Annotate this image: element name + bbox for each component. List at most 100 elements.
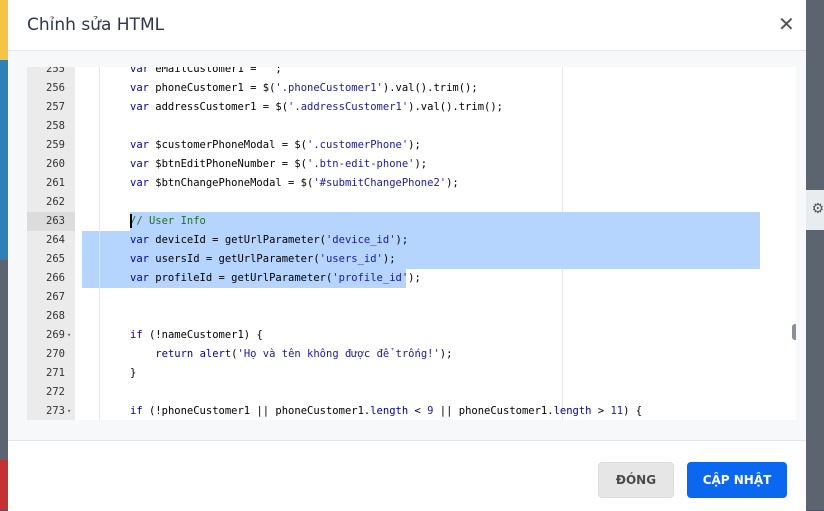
code-string: 'device_id' (325, 234, 396, 246)
line-number: 271 (46, 367, 65, 379)
background-page-fragment (0, 60, 8, 260)
line-number: 272 (46, 386, 65, 398)
code-string: '.phoneCustomer1' (275, 82, 383, 94)
indent-guide (99, 402, 100, 420)
code-text: var deviceId = getUrlParameter('device_i… (130, 231, 408, 250)
code-line: 270 return alert('Họ và tên không được đ… (27, 345, 796, 364)
code-line: 258 (27, 117, 796, 136)
code-text: var usersId = getUrlParameter('users_id'… (130, 250, 396, 269)
code-token: < (408, 405, 428, 417)
code-text: var eMailCustomer1 = ''; (130, 67, 282, 79)
modal-header: Chỉnh sửa HTML ✕ (8, 0, 806, 51)
code-token: $btnEditPhoneNumber = $( (148, 158, 308, 170)
code-keyword: length (370, 405, 409, 417)
code-editor[interactable]: 255 var eMailCustomer1 = ''; 256 var phoneC… (27, 67, 796, 420)
code-token: ); (408, 272, 421, 284)
line-number: 259 (46, 139, 65, 151)
close-icon[interactable]: ✕ (772, 12, 796, 36)
indent-guide (99, 307, 100, 326)
code-line: 255 var eMailCustomer1 = ''; (27, 67, 796, 79)
code-token: usersId = getUrlParameter( (148, 253, 320, 265)
line-number: 262 (46, 196, 65, 208)
code-token: ); (446, 177, 459, 189)
code-line: 271} (27, 364, 796, 383)
code-text: if (!phoneCustomer1 || phoneCustomer1.le… (130, 402, 642, 420)
code-string: 'Họ và tên không được để trống!' (237, 348, 440, 360)
code-comment: // User Info (130, 215, 206, 227)
update-button[interactable]: CẬP NHẬT (687, 462, 787, 498)
code-keyword: var (130, 177, 149, 189)
line-number: 257 (46, 101, 65, 113)
indent-guide (99, 117, 100, 136)
code-text: var $btnChangePhoneModal = $('#submitCha… (130, 174, 459, 193)
code-token: $customerPhoneModal = $( (148, 139, 308, 151)
editor-scrollbar[interactable] (792, 324, 796, 340)
fold-toggle-icon[interactable]: ▾ (67, 402, 71, 420)
code-token: $btnChangePhoneModal = $( (148, 177, 314, 189)
code-keyword: var (130, 253, 149, 265)
line-number: 266 (46, 272, 65, 284)
text-cursor (130, 214, 132, 228)
code-token: ) { (623, 405, 643, 417)
code-token: (!nameCustomer1) { (142, 329, 263, 341)
code-keyword: length (553, 405, 592, 417)
code-keyword: alert (199, 348, 232, 360)
code-keyword: return (155, 348, 194, 360)
close-button[interactable]: ĐÓNG (598, 462, 674, 498)
code-token: ); (382, 253, 396, 265)
code-keyword: var (130, 139, 149, 151)
code-line: 261 var $btnChangePhoneModal = $('#submit… (27, 174, 796, 193)
code-string: '.customerPhone' (307, 139, 409, 151)
indent-guide (99, 231, 100, 250)
modal-footer: ĐÓNG CẬP NHẬT (8, 440, 806, 511)
code-token: || phoneCustomer1. (433, 405, 554, 417)
code-text: var addressCustomer1 = $('.addressCustom… (130, 98, 503, 117)
code-token: ); (439, 348, 453, 360)
code-token: ).val().trim(); (408, 101, 503, 113)
indent-guide (99, 250, 100, 269)
line-number: 265 (46, 253, 65, 265)
code-text: if (!nameCustomer1) { (130, 326, 263, 345)
modal-title: Chỉnh sửa HTML (27, 15, 165, 35)
code-token: (!phoneCustomer1 || phoneCustomer1. (142, 405, 371, 417)
indent-guide (99, 193, 100, 212)
code-line: 260 var $btnEditPhoneNumber = $('.btn-edi… (27, 155, 796, 174)
background-page-fragment (0, 0, 8, 60)
code-keyword: if (130, 405, 143, 417)
code-string: '' (262, 67, 276, 75)
indent-guide (99, 212, 100, 231)
code-text: } (130, 364, 136, 383)
code-line: 272 (27, 383, 796, 402)
code-text: var $customerPhoneModal = $('.customerPh… (130, 136, 421, 155)
code-text: return alert('Họ và tên không được để tr… (130, 345, 452, 364)
code-string: '.addressCustomer1' (288, 101, 409, 113)
code-token: ; (275, 67, 282, 75)
fold-toggle-icon[interactable]: ▾ (67, 326, 71, 345)
line-number: 261 (46, 177, 65, 189)
line-number: 273 (46, 405, 65, 417)
code-string: '#submitChangePhone2' (313, 177, 447, 189)
code-token: phoneCustomer1 = $( (148, 82, 276, 94)
code-line: 269 ▾ if (!nameCustomer1) { (27, 326, 796, 345)
gear-icon: ⚙ (811, 201, 824, 217)
code-keyword: var (130, 158, 149, 170)
code-token: eMailCustomer1 = (148, 67, 263, 75)
line-number: 264 (46, 234, 65, 246)
indent-guide (99, 79, 100, 98)
code-line: 265 var usersId = getUrlParameter('users_… (27, 250, 796, 269)
code-token: deviceId = getUrlParameter( (148, 234, 326, 246)
line-number: 268 (46, 310, 65, 322)
background-page-fragment (0, 460, 8, 510)
line-number: 267 (46, 291, 65, 303)
code-line: 256 var phoneCustomer1 = $('.phoneCustome… (27, 79, 796, 98)
indent-guide (99, 269, 100, 288)
code-line: 262 (27, 193, 796, 212)
code-keyword: var (130, 67, 149, 75)
code-token: > (591, 405, 611, 417)
code-line: 273 ▾ if (!phoneCustomer1 || phoneCustomer… (27, 402, 796, 420)
code-line: 268 (27, 307, 796, 326)
code-string: 'profile_id' (332, 272, 409, 284)
code-token: ); (395, 234, 409, 246)
code-line: 266 var profileId = getUrlParameter('prof… (27, 269, 796, 288)
code-text: var $btnEditPhoneNumber = $('.btn-edit-p… (130, 155, 427, 174)
